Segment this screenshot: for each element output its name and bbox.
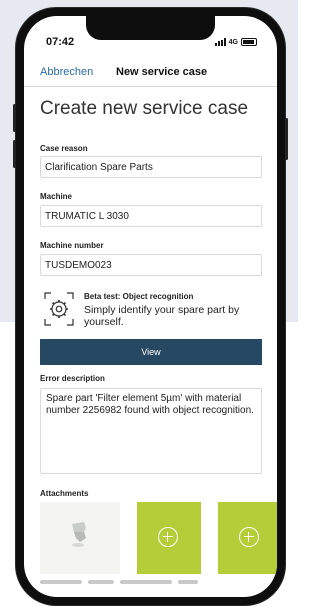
beta-description: Simply identify your spare part by yours…: [84, 304, 240, 328]
volume-down-button: [13, 140, 16, 168]
volume-up-button: [13, 104, 16, 132]
battery-icon: [241, 38, 257, 46]
signal-icon: [214, 38, 226, 46]
status-time: 07:42: [46, 36, 75, 48]
error-description-label: Error description: [40, 374, 105, 383]
case-reason-label: Case reason: [40, 144, 88, 153]
notch: [86, 16, 215, 40]
cancel-button[interactable]: Abbrechen: [40, 66, 93, 78]
page-title: Create new service case: [40, 98, 249, 119]
view-button[interactable]: View: [40, 339, 262, 365]
phone-screen: 07:42 4G Abbrechen New service case Crea…: [24, 16, 277, 597]
machine-label: Machine: [40, 192, 73, 201]
beta-title: Beta test: Object recognition: [84, 292, 194, 301]
spare-part-photo: [40, 502, 120, 574]
power-button: [285, 118, 288, 160]
navigation-bar: Abbrechen New service case: [24, 64, 277, 84]
machine-field[interactable]: TRUMATIC L 3030: [40, 205, 262, 227]
attachments-label: Attachments: [40, 489, 89, 498]
attachment-thumbnail[interactable]: [40, 502, 120, 574]
machine-number-label: Machine number: [40, 241, 104, 250]
nav-title: New service case: [116, 66, 208, 78]
phone-frame: 07:42 4G Abbrechen New service case Crea…: [13, 8, 288, 605]
nav-divider: [24, 86, 277, 87]
network-type: 4G: [228, 38, 238, 46]
error-description-field[interactable]: Spare part 'Filter element 5µm' with mat…: [40, 388, 262, 474]
plus-circle-icon: [158, 527, 178, 547]
machine-number-field[interactable]: TUSDEMO023: [40, 254, 262, 276]
add-attachment-button[interactable]: [137, 502, 201, 574]
truncated-attachment-caption: [40, 578, 200, 586]
status-indicators: 4G: [214, 38, 257, 46]
add-attachment-button-2[interactable]: [218, 502, 277, 574]
plus-circle-icon: [239, 527, 259, 547]
case-reason-field[interactable]: Clarification Spare Parts: [40, 156, 262, 178]
gear-scan-icon: [44, 292, 74, 326]
beta-object-recognition: Beta test: Object recognition Simply ide…: [44, 292, 264, 338]
